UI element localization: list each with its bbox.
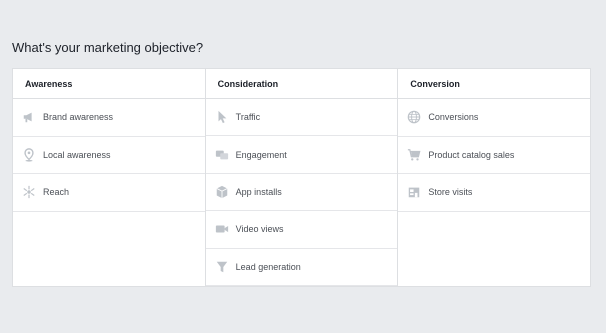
objective-label: Brand awareness [43,112,114,123]
objective-grid: Awareness Brand awareness Local awarenes… [12,68,591,287]
objective-app-installs[interactable]: App installs [205,174,398,212]
video-camera-icon [214,221,230,237]
objective-brand-awareness[interactable]: Brand awareness [13,99,205,137]
page-title: What's your marketing objective? [12,40,204,55]
shopping-cart-icon [406,147,422,163]
objective-label: Store visits [428,187,473,198]
objective-label: Lead generation [235,261,301,272]
objective-traffic[interactable]: Traffic [205,99,398,137]
objective-lead-generation[interactable]: Lead generation [205,249,398,287]
reach-icon [21,184,37,200]
objective-label: Conversions [428,112,479,123]
objective-product-catalog-sales[interactable]: Product catalog sales [398,137,591,174]
storefront-icon [406,184,422,200]
cursor-icon [214,109,230,125]
objective-engagement[interactable]: Engagement [205,136,398,174]
objective-local-awareness[interactable]: Local awareness [13,137,205,174]
column-header-conversion: Conversion [398,69,591,99]
objective-label: Video views [235,224,284,235]
objective-label: App installs [235,187,282,198]
column-awareness: Awareness Brand awareness Local awarenes… [13,69,206,286]
objective-reach[interactable]: Reach [13,174,205,212]
objective-label: Reach [43,187,70,198]
globe-icon [406,109,422,125]
objective-store-visits[interactable]: Store visits [398,174,591,212]
chat-bubbles-icon [214,147,230,163]
objective-video-views[interactable]: Video views [205,211,398,249]
objective-label: Traffic [235,112,261,123]
column-header-awareness: Awareness [13,69,205,99]
funnel-icon [214,259,230,275]
megaphone-icon [21,109,37,125]
box-icon [214,184,230,200]
objective-label: Engagement [235,149,287,160]
objective-label: Product catalog sales [428,149,515,160]
column-conversion: Conversion Conversions Product catalog s… [398,69,591,286]
objective-conversions[interactable]: Conversions [398,99,591,137]
column-consideration: Consideration Traffic Engagement App ins… [205,69,399,287]
map-pin-icon [21,147,37,163]
column-header-consideration: Consideration [205,69,398,99]
objective-label: Local awareness [43,149,111,160]
